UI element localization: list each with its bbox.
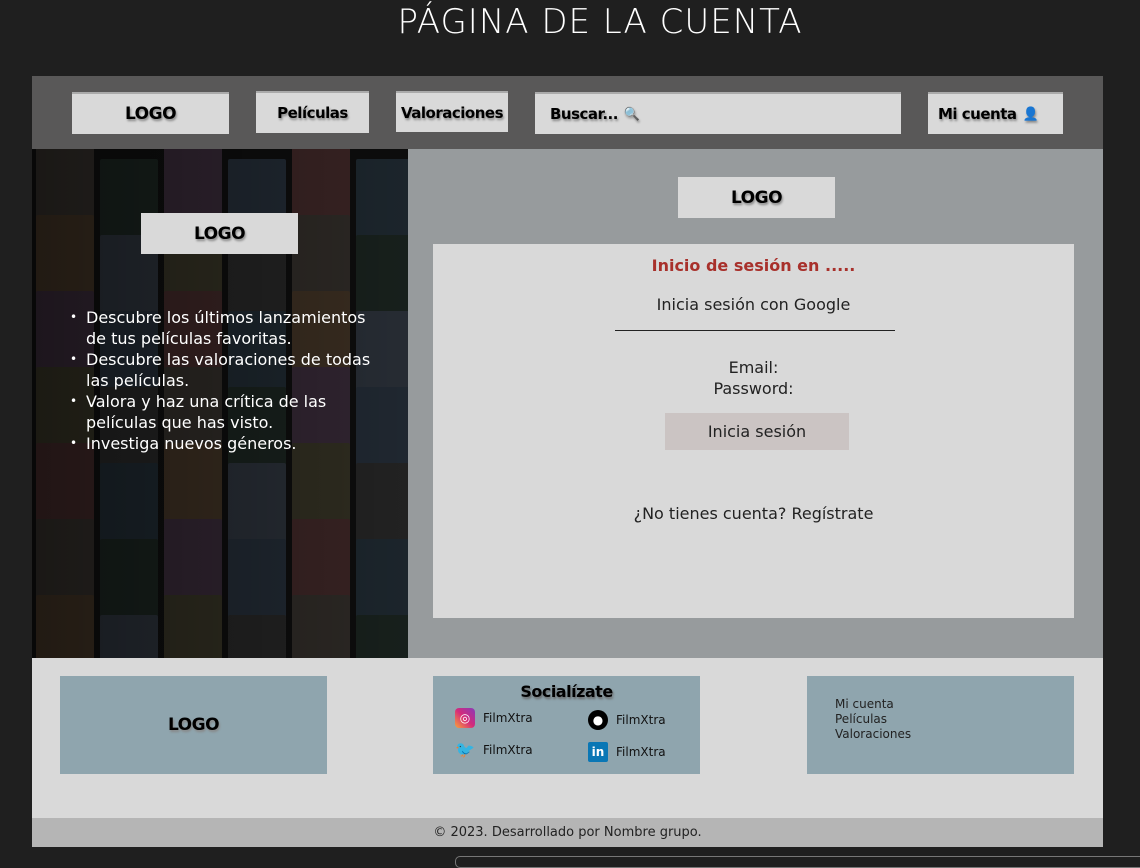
copyright: © 2023. Desarrollado por Nombre grupo. [32, 818, 1103, 847]
nav-mi-cuenta[interactable]: Mi cuenta 👤 [928, 92, 1063, 134]
login-panel: LOGO Inicio de sesión en ..... Inicia se… [408, 149, 1103, 658]
footer-links-box: Mi cuenta Películas Valoraciones [807, 676, 1074, 774]
footer-link-valoraciones[interactable]: Valoraciones [835, 727, 1074, 742]
social-box: Socialízate ◎ FilmXtra ● FilmXtra 🐦 FilmXtr… [433, 676, 700, 774]
social-twitter[interactable]: 🐦 FilmXtra [455, 740, 533, 760]
feature-item: Descubre las valoraciones de todas las p… [70, 349, 386, 391]
search-icon: 🔍 [623, 106, 640, 122]
login-heading: Inicio de sesión en ..... [651, 256, 856, 275]
email-label[interactable]: Email: [433, 357, 1074, 378]
footer-link-peliculas[interactable]: Películas [835, 712, 1074, 727]
nav-logo[interactable]: LOGO [72, 92, 229, 134]
google-login-link[interactable]: Inicia sesión con Google [433, 295, 1074, 314]
social-label: FilmXtra [483, 711, 533, 725]
social-instagram[interactable]: ◎ FilmXtra [455, 708, 533, 728]
social-label: FilmXtra [616, 745, 666, 759]
search-placeholder: Buscar... [550, 105, 618, 123]
login-button[interactable]: Inicia sesión [665, 413, 849, 450]
social-label: FilmXtra [483, 743, 533, 757]
scrollbar[interactable] [455, 856, 1140, 868]
feature-item: Investiga nuevos géneros. [70, 433, 386, 454]
divider [615, 330, 895, 331]
features-panel: LOGO Descubre los últimos lanzamientos d… [32, 149, 408, 658]
search-input[interactable]: Buscar... 🔍 [535, 92, 901, 134]
footer: LOGO Socialízate ◎ FilmXtra ● FilmXtra 🐦 Fi… [32, 658, 1103, 818]
social-linkedin[interactable]: in FilmXtra [588, 742, 666, 762]
features-logo: LOGO [141, 213, 298, 254]
page-title: PÁGINA DE LA CUENTA [397, 2, 803, 42]
twitter-icon: 🐦 [455, 740, 475, 759]
mi-cuenta-label: Mi cuenta [938, 105, 1017, 123]
nav-peliculas[interactable]: Películas [256, 91, 369, 133]
social-label: FilmXtra [616, 713, 666, 727]
github-icon: ● [588, 710, 608, 730]
linkedin-icon: in [588, 742, 608, 762]
register-link[interactable]: ¿No tienes cuenta? Regístrate [433, 504, 1074, 523]
features-list: Descubre los últimos lanzamientos de tus… [70, 307, 386, 454]
footer-link-mi-cuenta[interactable]: Mi cuenta [835, 697, 1074, 712]
top-nav: LOGO Películas Valoraciones Buscar... 🔍 … [32, 76, 1103, 149]
social-github[interactable]: ● FilmXtra [588, 710, 666, 730]
feature-item: Valora y haz una crítica de las película… [70, 391, 386, 433]
instagram-icon: ◎ [455, 708, 475, 728]
login-logo: LOGO [678, 177, 835, 218]
login-card: Inicio de sesión en ..... Inicia sesión … [433, 244, 1074, 618]
footer-logo: LOGO [60, 676, 327, 774]
nav-valoraciones[interactable]: Valoraciones [396, 91, 508, 132]
feature-item: Descubre los últimos lanzamientos de tus… [70, 307, 386, 349]
user-icon: 👤 [1022, 106, 1039, 122]
social-title: Socialízate [520, 682, 613, 701]
password-label[interactable]: Password: [433, 378, 1074, 399]
